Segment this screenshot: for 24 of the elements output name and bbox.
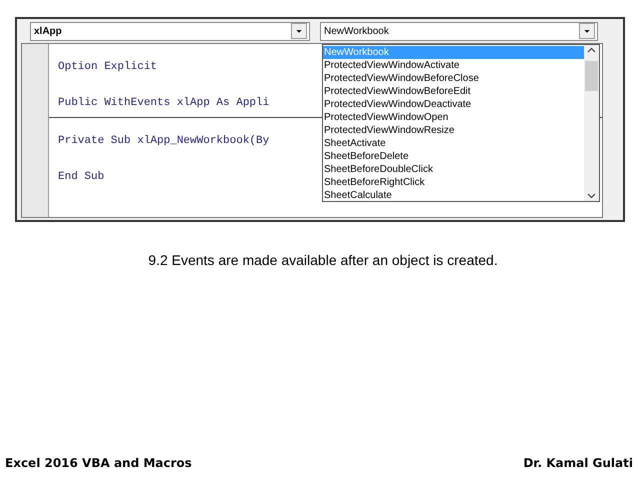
scrollbar[interactable] [584,45,599,201]
procedure-item[interactable]: SheetActivate [323,137,584,150]
procedure-item[interactable]: SheetBeforeRightClick [323,176,584,189]
code-line: Private Sub xlApp_NewWorkbook(By [58,134,270,149]
procedure-item[interactable]: ProtectedViewWindowResize [323,124,584,137]
code-line: Option Explicit [58,60,158,75]
scroll-down-icon[interactable] [587,193,596,199]
procedure-item[interactable]: SheetBeforeDelete [323,150,584,163]
code-line: End Sub [58,170,104,185]
procedure-item[interactable]: ProtectedViewWindowDeactivate [323,98,584,111]
procedure-item[interactable]: ProtectedViewWindowBeforeClose [323,72,584,85]
code-line: Public WithEvents xlApp As Appli [58,96,270,111]
object-dropdown[interactable]: xlApp [30,22,310,40]
procedure-item[interactable]: SheetBeforeDoubleClick [323,163,584,176]
procedure-item[interactable]: ProtectedViewWindowBeforeEdit [323,85,584,98]
scroll-up-icon[interactable] [587,47,596,53]
footer-title: Excel 2016 VBA and Macros [5,455,192,472]
procedure-item[interactable]: SheetCalculate [323,189,584,202]
scroll-thumb[interactable] [585,60,598,90]
caption: 9.2 Events are made available after an object is created. [148,251,498,270]
procedure-item[interactable]: ProtectedViewWindowOpen [323,111,584,124]
procedure-dropdown[interactable]: NewWorkbook [320,22,598,40]
procedure-item[interactable]: ProtectedViewWindowActivate [323,59,584,72]
footer-author: Dr. Kamal Gulati [523,455,633,472]
